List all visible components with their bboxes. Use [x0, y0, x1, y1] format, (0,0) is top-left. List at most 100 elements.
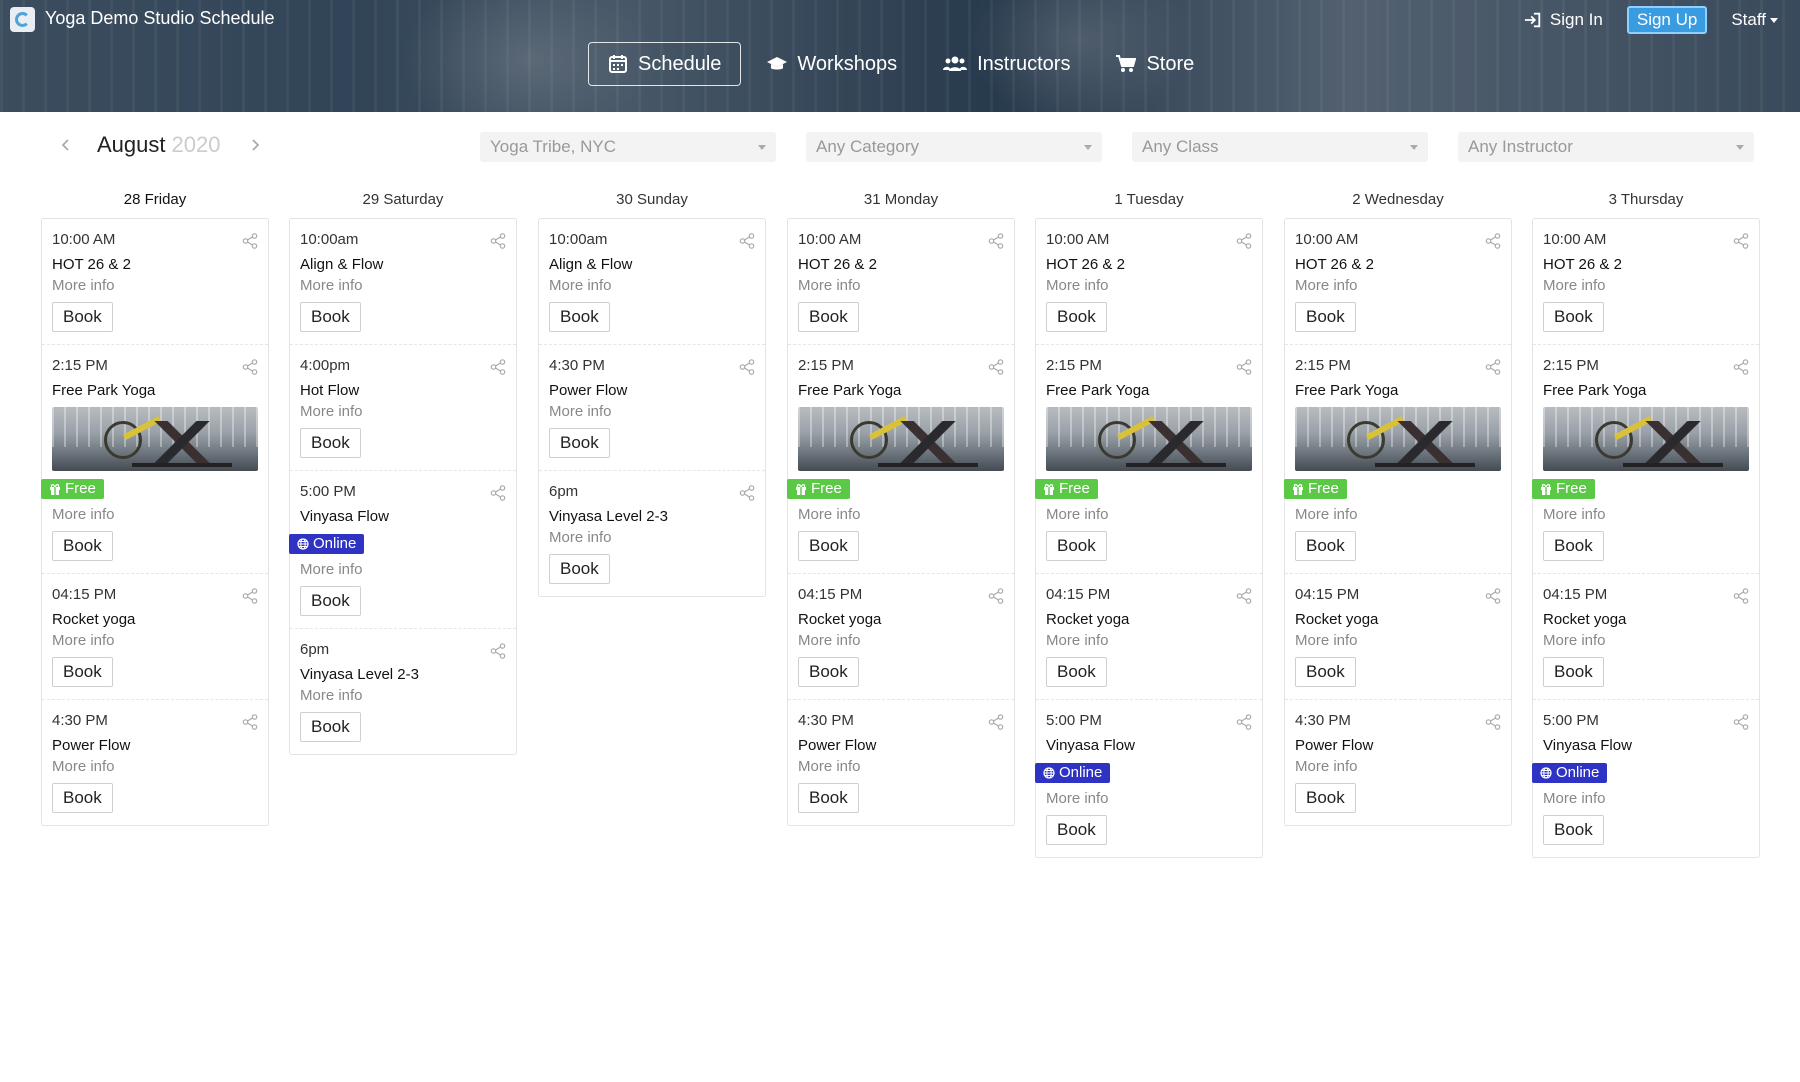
class-name[interactable]: HOT 26 & 2 — [1285, 256, 1511, 274]
share-icon[interactable] — [739, 233, 755, 249]
location-select[interactable]: Yoga Tribe, NYC — [480, 132, 776, 162]
instructor-select[interactable]: Any Instructor — [1458, 132, 1754, 162]
class-name[interactable]: HOT 26 & 2 — [42, 256, 268, 274]
next-week-button[interactable] — [244, 134, 266, 156]
more-info-link[interactable]: More info — [290, 277, 516, 295]
class-name[interactable]: Free Park Yoga — [788, 382, 1014, 400]
class-name[interactable]: Vinyasa Level 2-3 — [290, 666, 516, 684]
class-name[interactable]: Free Park Yoga — [1036, 382, 1262, 400]
more-info-link[interactable]: More info — [1285, 758, 1511, 776]
share-icon[interactable] — [242, 588, 258, 604]
share-icon[interactable] — [988, 714, 1004, 730]
share-icon[interactable] — [1733, 588, 1749, 604]
book-button[interactable]: Book — [52, 302, 113, 332]
more-info-link[interactable]: More info — [1036, 277, 1262, 295]
book-button[interactable]: Book — [300, 302, 361, 332]
share-icon[interactable] — [490, 485, 506, 501]
class-name[interactable]: Hot Flow — [290, 382, 516, 400]
nav-schedule[interactable]: Schedule — [588, 42, 742, 86]
class-name[interactable]: Power Flow — [1285, 737, 1511, 755]
class-name[interactable]: Free Park Yoga — [1285, 382, 1511, 400]
nav-instructors[interactable]: Instructors — [923, 42, 1090, 86]
more-info-link[interactable]: More info — [788, 758, 1014, 776]
prev-week-button[interactable] — [55, 134, 77, 156]
more-info-link[interactable]: More info — [42, 632, 268, 650]
share-icon[interactable] — [1236, 233, 1252, 249]
book-button[interactable]: Book — [1046, 657, 1107, 687]
book-button[interactable]: Book — [549, 302, 610, 332]
class-name[interactable]: HOT 26 & 2 — [1533, 256, 1759, 274]
sign-up-button[interactable]: Sign Up — [1626, 6, 1708, 34]
more-info-link[interactable]: More info — [42, 758, 268, 776]
studio-logo-icon[interactable] — [10, 7, 35, 32]
book-button[interactable]: Book — [798, 657, 859, 687]
more-info-link[interactable]: More info — [1285, 506, 1511, 524]
book-button[interactable]: Book — [1046, 531, 1107, 561]
more-info-link[interactable]: More info — [290, 561, 516, 579]
class-name[interactable]: Free Park Yoga — [1533, 382, 1759, 400]
book-button[interactable]: Book — [1046, 302, 1107, 332]
class-name[interactable]: Rocket yoga — [788, 611, 1014, 629]
book-button[interactable]: Book — [300, 428, 361, 458]
share-icon[interactable] — [242, 233, 258, 249]
class-name[interactable]: Power Flow — [42, 737, 268, 755]
class-name[interactable]: Power Flow — [539, 382, 765, 400]
class-name[interactable]: Rocket yoga — [1285, 611, 1511, 629]
class-name[interactable]: Align & Flow — [290, 256, 516, 274]
more-info-link[interactable]: More info — [1036, 506, 1262, 524]
share-icon[interactable] — [1733, 359, 1749, 375]
share-icon[interactable] — [1485, 588, 1501, 604]
class-name[interactable]: Power Flow — [788, 737, 1014, 755]
more-info-link[interactable]: More info — [42, 506, 268, 524]
class-name[interactable]: HOT 26 & 2 — [1036, 256, 1262, 274]
share-icon[interactable] — [1236, 588, 1252, 604]
book-button[interactable]: Book — [1295, 531, 1356, 561]
book-button[interactable]: Book — [549, 554, 610, 584]
class-select[interactable]: Any Class — [1132, 132, 1428, 162]
class-name[interactable]: Vinyasa Flow — [290, 508, 516, 526]
book-button[interactable]: Book — [1295, 302, 1356, 332]
book-button[interactable]: Book — [1543, 815, 1604, 845]
share-icon[interactable] — [242, 714, 258, 730]
sign-in-link[interactable]: Sign In — [1524, 10, 1603, 30]
more-info-link[interactable]: More info — [42, 277, 268, 295]
app-title[interactable]: Yoga Demo Studio Schedule — [45, 8, 275, 29]
nav-workshops[interactable]: Workshops — [747, 42, 917, 86]
more-info-link[interactable]: More info — [539, 403, 765, 421]
book-button[interactable]: Book — [1295, 657, 1356, 687]
book-button[interactable]: Book — [798, 531, 859, 561]
class-name[interactable]: Rocket yoga — [1533, 611, 1759, 629]
book-button[interactable]: Book — [1543, 657, 1604, 687]
share-icon[interactable] — [988, 588, 1004, 604]
more-info-link[interactable]: More info — [290, 687, 516, 705]
book-button[interactable]: Book — [798, 302, 859, 332]
book-button[interactable]: Book — [1046, 815, 1107, 845]
share-icon[interactable] — [739, 359, 755, 375]
class-name[interactable]: Vinyasa Level 2-3 — [539, 508, 765, 526]
share-icon[interactable] — [1733, 233, 1749, 249]
more-info-link[interactable]: More info — [1533, 632, 1759, 650]
category-select[interactable]: Any Category — [806, 132, 1102, 162]
book-button[interactable]: Book — [300, 712, 361, 742]
share-icon[interactable] — [1236, 359, 1252, 375]
book-button[interactable]: Book — [1543, 531, 1604, 561]
share-icon[interactable] — [1485, 233, 1501, 249]
class-name[interactable]: Vinyasa Flow — [1036, 737, 1262, 755]
book-button[interactable]: Book — [52, 783, 113, 813]
book-button[interactable]: Book — [52, 657, 113, 687]
share-icon[interactable] — [1485, 714, 1501, 730]
share-icon[interactable] — [988, 233, 1004, 249]
more-info-link[interactable]: More info — [1285, 277, 1511, 295]
more-info-link[interactable]: More info — [1036, 632, 1262, 650]
share-icon[interactable] — [490, 643, 506, 659]
more-info-link[interactable]: More info — [1533, 790, 1759, 808]
book-button[interactable]: Book — [549, 428, 610, 458]
nav-store[interactable]: Store — [1096, 42, 1214, 86]
book-button[interactable]: Book — [1543, 302, 1604, 332]
book-button[interactable]: Book — [798, 783, 859, 813]
class-name[interactable]: Rocket yoga — [42, 611, 268, 629]
more-info-link[interactable]: More info — [788, 506, 1014, 524]
book-button[interactable]: Book — [300, 586, 361, 616]
class-name[interactable]: Rocket yoga — [1036, 611, 1262, 629]
more-info-link[interactable]: More info — [290, 403, 516, 421]
